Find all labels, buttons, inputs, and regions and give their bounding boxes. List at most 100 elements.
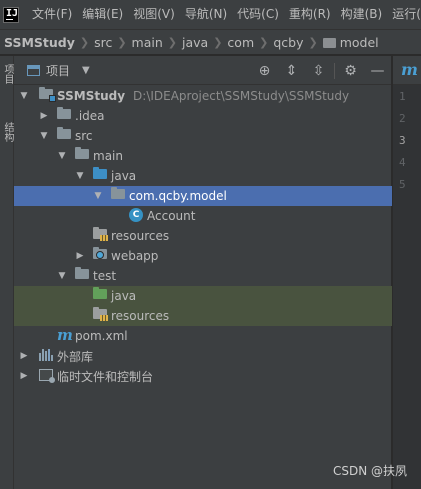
chevron-down-icon[interactable]: ▼	[57, 151, 67, 161]
tree-row-webapp[interactable]: ▶ webapp	[14, 246, 392, 266]
left-tool-strip: 项目 结构	[0, 56, 14, 489]
tree-row-main-java[interactable]: ▼ java	[14, 166, 392, 186]
watermark: CSDN @扶夙	[332, 464, 407, 478]
chevron-right-icon[interactable]: ▶	[19, 371, 29, 381]
chevron-down-icon[interactable]: ▼	[39, 131, 49, 141]
hide-panel-icon[interactable]: —	[364, 63, 391, 79]
folder-icon	[322, 38, 336, 48]
breadcrumb-separator-icon: ❯	[117, 35, 127, 49]
breadcrumb-project[interactable]: SSMStudy	[4, 35, 75, 50]
folder-icon	[57, 127, 71, 139]
toolbar-divider	[334, 62, 335, 79]
breadcrumb: SSMStudy ❯ src ❯ main ❯ java ❯ com ❯ qcb…	[0, 29, 421, 55]
scratches-icon	[39, 369, 55, 383]
tree-row-pom[interactable]: m pom.xml	[14, 326, 392, 346]
tree-row-account-class[interactable]: C Account	[14, 206, 392, 226]
tree-label: java	[111, 289, 137, 303]
panel-toolbar: ⊕ ⇕ ⇳ ⚙ —	[251, 56, 391, 85]
module-folder-icon	[39, 87, 56, 102]
tool-tab-project[interactable]: 项目	[1, 64, 13, 84]
expand-all-icon[interactable]: ⇕	[278, 63, 305, 79]
breadcrumb-separator-icon: ❯	[213, 35, 223, 49]
package-icon	[111, 187, 125, 199]
tree-row-main-resources[interactable]: resources	[14, 226, 392, 246]
tree-row-external-libraries[interactable]: ▶ 外部库	[14, 346, 392, 366]
tree-row-test[interactable]: ▼ test	[14, 266, 392, 286]
menu-edit[interactable]: 编辑(E)	[77, 0, 128, 29]
menu-view[interactable]: 视图(V)	[128, 0, 180, 29]
breadcrumb-com[interactable]: com	[227, 35, 254, 50]
library-icon	[39, 349, 54, 361]
tree-label: resources	[111, 229, 170, 243]
java-class-icon: C	[129, 208, 143, 222]
tree-row-idea[interactable]: ▶ .idea	[14, 106, 392, 126]
project-panel-title[interactable]: 项目	[46, 62, 70, 79]
tree-row-src[interactable]: ▼ src	[14, 126, 392, 146]
menu-bar: IJ 文件(F) 编辑(E) 视图(V) 导航(N) 代码(C) 重构(R) 构…	[0, 0, 421, 29]
tool-tab-structure[interactable]: 结构	[1, 122, 13, 142]
tree-label: webapp	[111, 249, 159, 263]
tree-row-scratches[interactable]: ▶ 临时文件和控制台	[14, 366, 392, 386]
source-folder-icon	[93, 167, 107, 179]
line-number: 2	[399, 112, 406, 125]
breadcrumb-src[interactable]: src	[94, 35, 112, 50]
chevron-right-icon[interactable]: ▶	[19, 351, 29, 361]
tree-label: SSMStudy D:\IDEAproject\SSMStudy\SSMStudy	[57, 89, 350, 103]
chevron-right-icon[interactable]: ▶	[75, 251, 85, 261]
folder-icon	[75, 267, 89, 279]
tree-label: pom.xml	[75, 329, 128, 343]
folder-icon	[75, 147, 89, 159]
tree-label: test	[93, 269, 117, 283]
tree-label: main	[93, 149, 123, 163]
tree-label: .idea	[75, 109, 105, 123]
project-panel-header: 项目 ▼ ⊕ ⇕ ⇳ ⚙ —	[14, 56, 391, 85]
breadcrumb-separator-icon: ❯	[259, 35, 269, 49]
chevron-down-icon[interactable]: ▼	[75, 171, 85, 181]
tree-label: java	[111, 169, 137, 183]
line-number: 5	[399, 178, 406, 191]
menu-refactor[interactable]: 重构(R)	[284, 0, 336, 29]
menu-run[interactable]: 运行(U)	[387, 0, 421, 29]
chevron-down-icon[interactable]: ▼	[93, 191, 103, 201]
breadcrumb-qcby[interactable]: qcby	[273, 35, 303, 50]
tree-label: resources	[111, 309, 170, 323]
web-folder-icon	[93, 247, 107, 259]
test-source-folder-icon	[93, 287, 107, 299]
chevron-right-icon[interactable]: ▶	[39, 111, 49, 121]
menu-code[interactable]: 代码(C)	[232, 0, 284, 29]
tree-row-package-model[interactable]: ▼ com.qcby.model	[14, 186, 392, 206]
tree-label: Account	[147, 209, 196, 223]
tree-label: 临时文件和控制台	[57, 369, 154, 384]
chevron-down-icon[interactable]: ▼	[57, 271, 67, 281]
breadcrumb-java[interactable]: java	[182, 35, 208, 50]
line-number: 1	[399, 90, 406, 103]
collapse-all-icon[interactable]: ⇳	[305, 63, 332, 79]
resources-folder-icon	[93, 227, 108, 241]
editor-area: m 1 2 3 4 5	[393, 56, 421, 489]
intellij-logo-icon[interactable]: IJ	[3, 6, 19, 23]
tree-row-main[interactable]: ▼ main	[14, 146, 392, 166]
project-panel: 项目 ▼ ⊕ ⇕ ⇳ ⚙ — ▼ SSMStudy D:\IDEAproject\…	[14, 56, 392, 489]
menu-file[interactable]: 文件(F)	[27, 0, 77, 29]
editor-tab-pom[interactable]: m	[393, 56, 421, 85]
menu-build[interactable]: 构建(B)	[336, 0, 388, 29]
line-number: 3	[399, 134, 406, 147]
tree-row-test-resources[interactable]: resources	[14, 306, 392, 326]
breadcrumb-separator-icon: ❯	[79, 35, 90, 49]
project-path: D:\IDEAproject\SSMStudy\SSMStudy	[133, 89, 350, 103]
tree-row-test-java[interactable]: java	[14, 286, 392, 306]
chevron-down-icon[interactable]: ▼	[82, 65, 90, 76]
locate-icon[interactable]: ⊕	[251, 63, 278, 79]
tree-row-project-root[interactable]: ▼ SSMStudy D:\IDEAproject\SSMStudy\SSMStu…	[14, 86, 392, 106]
menu-navigate[interactable]: 导航(N)	[180, 0, 232, 29]
breadcrumb-separator-icon: ❯	[167, 35, 177, 49]
maven-icon: m	[401, 60, 418, 79]
maven-icon: m	[57, 326, 73, 344]
tree-label: 外部库	[57, 349, 94, 364]
editor-gutter: 1 2 3 4 5	[393, 85, 421, 489]
chevron-down-icon[interactable]: ▼	[19, 91, 29, 101]
gear-icon[interactable]: ⚙	[337, 63, 364, 79]
tree-label: src	[75, 129, 93, 143]
breadcrumb-main[interactable]: main	[132, 35, 163, 50]
breadcrumb-model[interactable]: model	[340, 35, 379, 50]
